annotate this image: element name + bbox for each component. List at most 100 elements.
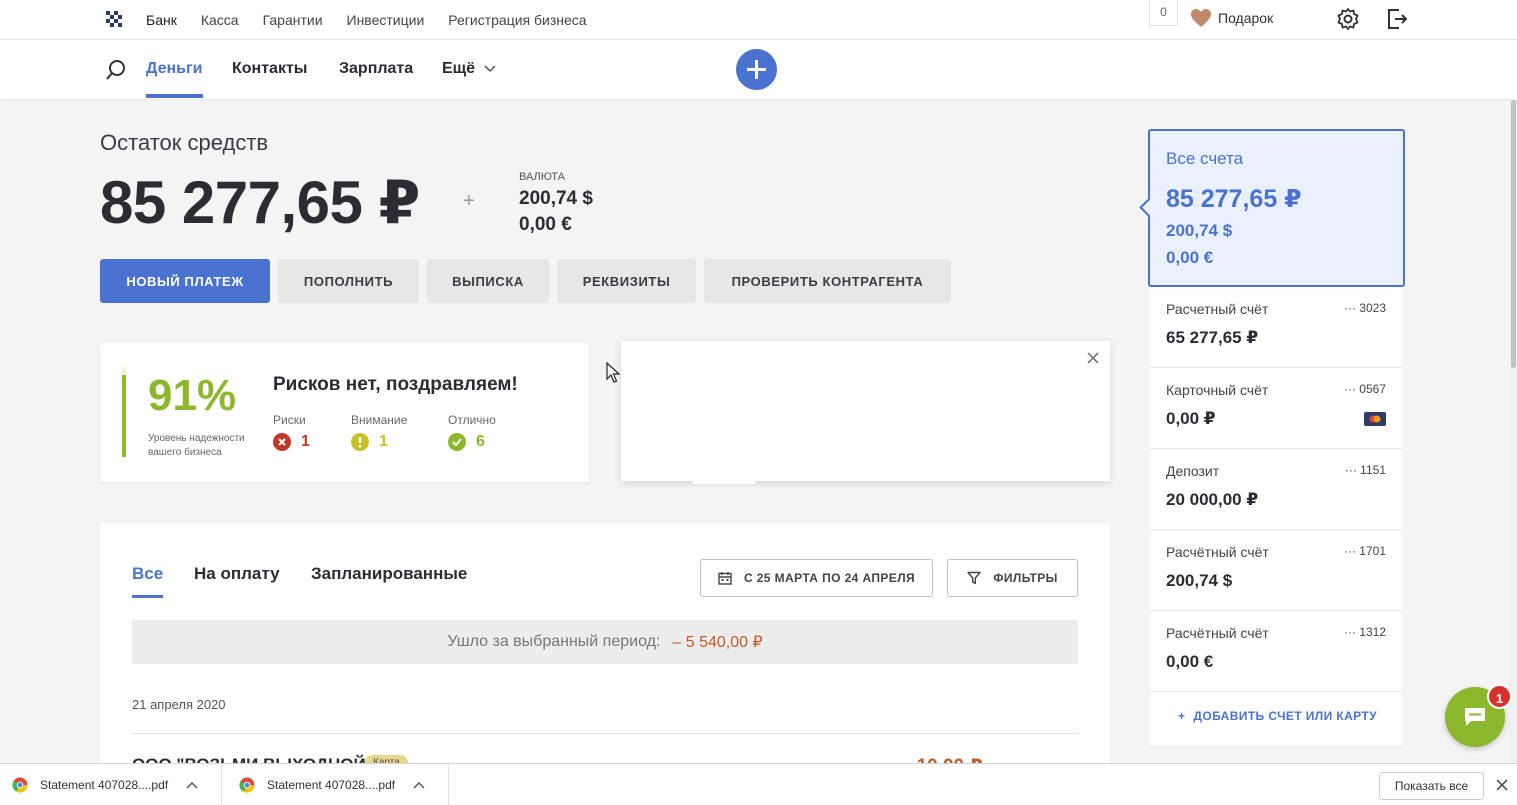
account-item[interactable]: Расчетный счёт ··· 3023 65 277,65 ₽ (1150, 287, 1402, 368)
chevron-up-icon[interactable] (413, 781, 425, 789)
all-accounts-usd: 200,74 $ (1166, 221, 1233, 240)
topnav-item-bank[interactable]: Банк (146, 12, 177, 28)
balance-label: Остаток средств (100, 130, 269, 155)
chat-icon (1465, 708, 1485, 726)
account-number: ··· 1151 (1344, 463, 1386, 477)
chrome-icon (239, 777, 255, 793)
plus-icon (747, 60, 766, 79)
currency-eur: 0,00 € (519, 214, 572, 235)
currency-label: ВАЛЮТА (519, 171, 565, 183)
account-balance: 200,74 $ (1166, 571, 1233, 590)
risk-stat-risks[interactable]: Риски 1 (273, 413, 310, 451)
balance-amount: 85 277,65 ₽ (100, 169, 420, 236)
reliability-subtitle: Уровень надежности вашего бизнеса (148, 433, 245, 458)
top-nav: Банк Касса Гарантии Инвестиции Регистрац… (146, 0, 611, 40)
account-item[interactable]: Расчётный счёт ··· 1701 200,74 $ (1150, 530, 1402, 611)
downloads-bar: Statement 407028....pdf Statement 407028… (0, 763, 1517, 805)
close-icon[interactable] (1087, 352, 1099, 364)
notification-counter[interactable]: 0 (1149, 0, 1178, 26)
exclamation-circle-icon (351, 433, 369, 451)
risk-stat-value: 1 (379, 433, 388, 450)
risk-stat-value: 1 (301, 433, 310, 450)
main-nav: Деньги Контакты Зарплата Ещё (0, 40, 1517, 99)
download-item[interactable]: Statement 407028....pdf (227, 764, 449, 805)
requisites-button[interactable]: Реквизиты (557, 259, 696, 303)
account-number: ··· 1312 (1343, 625, 1386, 639)
bank-logo-icon[interactable] (106, 11, 122, 27)
account-item[interactable]: Карточный счёт ··· 0567 0,00 ₽ (1150, 368, 1402, 449)
all-accounts-title: Все счета (1166, 149, 1244, 168)
nav-item-contacts[interactable]: Контакты (232, 60, 307, 78)
gear-icon[interactable] (1336, 7, 1360, 31)
risk-stat-value: 6 (476, 433, 485, 450)
search-icon[interactable] (105, 59, 127, 81)
account-balance: 0,00 € (1166, 652, 1214, 671)
account-name: Карточный счёт (1166, 382, 1269, 398)
chat-unread-badge: 1 (1487, 684, 1512, 709)
topnav-item-investments[interactable]: Инвестиции (347, 12, 425, 28)
chrome-icon (12, 777, 28, 793)
account-name: Расчётный счёт (1166, 544, 1269, 560)
account-item[interactable]: Расчётный счёт ··· 1312 0,00 € (1150, 611, 1402, 692)
reliability-bar-fill (122, 375, 126, 457)
top-up-button[interactable]: Пополнить (278, 259, 419, 303)
plus-icon: + (1178, 709, 1186, 723)
tab-scheduled[interactable]: Запланированные (311, 564, 467, 584)
account-balance: 65 277,65 ₽ (1166, 328, 1259, 347)
all-accounts-rub: 85 277,65 ₽ (1166, 185, 1302, 213)
gift-link[interactable]: Подарок (1190, 8, 1273, 28)
filters-button[interactable]: Фильтры (947, 559, 1078, 597)
all-accounts-card[interactable]: Все счета 85 277,65 ₽ 200,74 $ 0,00 € (1139, 129, 1405, 287)
risk-stat-label: Отлично (448, 413, 496, 427)
topnav-item-registration[interactable]: Регистрация бизнеса (448, 12, 586, 28)
account-number: ··· 1701 (1343, 544, 1386, 558)
nav-item-more-label: Ещё (442, 60, 476, 77)
top-bar: Банк Касса Гарантии Инвестиции Регистрац… (0, 0, 1517, 40)
tab-all[interactable]: Все (132, 564, 164, 598)
topnav-item-kassa[interactable]: Касса (201, 12, 239, 28)
risk-card[interactable]: 91% Уровень надежности вашего бизнеса Ри… (100, 343, 589, 482)
show-all-downloads-button[interactable]: Показать все (1379, 772, 1484, 800)
topnav-item-guarantees[interactable]: Гарантии (263, 12, 323, 28)
tab-to-pay[interactable]: На оплату (194, 564, 280, 584)
logout-icon[interactable] (1385, 7, 1409, 31)
download-filename: Statement 407028....pdf (267, 778, 396, 792)
operation-badge: Карта (365, 755, 408, 763)
check-circle-icon (448, 433, 466, 451)
filter-icon (967, 571, 981, 585)
account-name: Расчётный счёт (1166, 625, 1269, 641)
risk-stat-label: Риски (273, 413, 306, 427)
chevron-up-icon[interactable] (186, 781, 198, 789)
divider (132, 733, 1078, 734)
risk-title: Рисков нет, поздравляем! (273, 374, 518, 395)
close-icon[interactable] (1496, 779, 1508, 791)
risk-stat-excellent[interactable]: Отлично 6 (448, 413, 496, 451)
account-name: Расчетный счёт (1166, 301, 1269, 317)
summary-label: Ушло за выбранный период: (447, 633, 661, 650)
download-filename: Statement 407028....pdf (40, 778, 169, 792)
risk-stat-attention[interactable]: Внимание 1 (351, 413, 407, 451)
account-name: Депозит (1166, 463, 1220, 479)
statement-button[interactable]: Выписка (427, 259, 549, 303)
nav-item-more[interactable]: Ещё (442, 60, 496, 78)
account-item[interactable]: Депозит ··· 1151 20 000,00 ₽ (1150, 449, 1402, 530)
all-accounts-eur: 0,00 € (1166, 248, 1214, 267)
heart-icon (1191, 9, 1211, 27)
mouse-cursor-icon (606, 362, 620, 383)
period-button-label: С 25 марта по 24 апреля (743, 571, 916, 585)
accounts-list: Расчетный счёт ··· 3023 65 277,65 ₽ Карт… (1150, 287, 1402, 745)
add-account-button[interactable]: + Добавить счет или карту (1178, 709, 1377, 723)
popup-tail (693, 481, 755, 484)
nav-item-salary[interactable]: Зарплата (339, 60, 413, 78)
download-item[interactable]: Statement 407028....pdf (0, 764, 222, 805)
period-button[interactable]: С 25 марта по 24 апреля (700, 559, 933, 597)
new-payment-button[interactable]: Новый платеж (100, 259, 270, 303)
create-button[interactable] (736, 49, 777, 90)
nav-item-money[interactable]: Деньги (146, 60, 203, 98)
period-summary: Ушло за выбранный период: – 5 540,00 ₽ (132, 620, 1078, 664)
check-counterparty-button[interactable]: Проверить контрагента (704, 259, 951, 303)
cross-circle-icon (273, 433, 291, 451)
scrollbar-thumb[interactable] (1511, 100, 1516, 368)
reliability-bar (122, 367, 126, 457)
mastercard-icon (1364, 412, 1386, 426)
